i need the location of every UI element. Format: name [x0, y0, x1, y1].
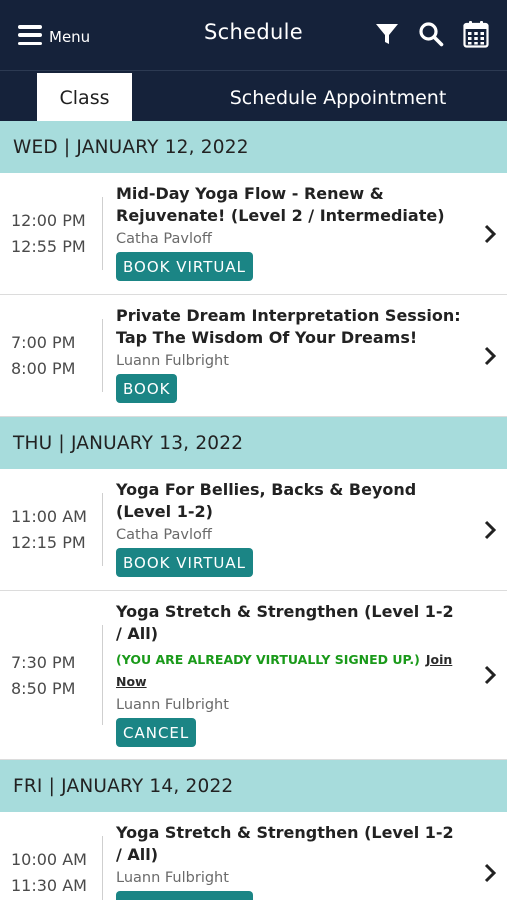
book-button[interactable]: BOOK [116, 374, 178, 403]
tab-schedule-appointment[interactable]: Schedule Appointment [210, 73, 466, 122]
instructor-name: Catha Pavloff [116, 231, 212, 247]
divider [102, 493, 103, 566]
instructor-name: Luann Fulbright [116, 353, 229, 369]
class-row[interactable]: 12:00 PM 12:55 PM Mid-Day Yoga Flow - Re… [0, 173, 507, 295]
start-time: 7:30 PM [11, 652, 76, 672]
top-app-bar: Menu Schedule [0, 0, 507, 70]
instructor-name: Catha Pavloff [116, 527, 212, 543]
end-time: 12:55 PM [11, 237, 86, 256]
chevron-right-icon[interactable] [483, 664, 497, 686]
divider [102, 319, 103, 392]
class-row[interactable]: 10:00 AM 11:30 AM Yoga Stretch & Strengt… [0, 812, 507, 900]
class-times: 7:30 PM 8:50 PM [11, 591, 95, 759]
end-time: 8:00 PM [11, 359, 76, 378]
end-time: 11:30 AM [11, 876, 87, 895]
signed-up-text: (YOU ARE ALREADY VIRTUALLY SIGNED UP.) [116, 652, 420, 667]
end-time: 8:50 PM [11, 678, 76, 698]
day-header: THU | JANUARY 13, 2022 [0, 417, 507, 469]
start-time: 7:00 PM [11, 333, 76, 352]
chevron-right-icon[interactable] [483, 862, 497, 884]
day-header: FRI | JANUARY 14, 2022 [0, 760, 507, 812]
class-row[interactable]: 7:00 PM 8:00 PM Private Dream Interpreta… [0, 295, 507, 417]
filter-button[interactable] [372, 19, 402, 49]
filter-icon [376, 24, 398, 44]
search-icon [419, 22, 444, 47]
class-title: Mid-Day Yoga Flow - Renew & Rejuvenate! … [116, 184, 445, 225]
instructor-name: Luann Fulbright [116, 870, 229, 886]
book-virtual-button[interactable]: BOOK VIRTUAL [116, 891, 254, 900]
schedule-list: WED | JANUARY 12, 2022 12:00 PM 12:55 PM… [0, 121, 507, 900]
cancel-button[interactable]: CANCEL [116, 718, 197, 747]
divider [102, 836, 103, 900]
class-times: 11:00 AM 12:15 PM [11, 469, 95, 590]
class-title: Yoga For Bellies, Backs & Beyond (Level … [116, 480, 417, 521]
class-title: Yoga Stretch & Strengthen (Level 1-2 / A… [116, 602, 454, 643]
class-row[interactable]: 7:30 PM 8:50 PM Yoga Stretch & Strengthe… [0, 591, 507, 760]
book-virtual-button[interactable]: BOOK VIRTUAL [116, 252, 254, 281]
signed-up-status: (YOU ARE ALREADY VIRTUALLY SIGNED UP.) Jo… [116, 649, 465, 693]
instructor-name: Luann Fulbright [116, 697, 229, 713]
start-time: 10:00 AM [11, 850, 87, 869]
menu-label: Menu [49, 28, 91, 46]
search-button[interactable] [416, 19, 446, 49]
chevron-right-icon[interactable] [483, 519, 497, 541]
calendar-button[interactable] [461, 19, 491, 49]
divider [102, 197, 103, 270]
book-virtual-button[interactable]: BOOK VIRTUAL [116, 548, 254, 577]
chevron-right-icon[interactable] [483, 345, 497, 367]
menu-button[interactable]: Menu [18, 20, 90, 50]
hamburger-icon [18, 25, 42, 45]
tab-class[interactable]: Class [37, 73, 132, 122]
start-time: 12:00 PM [11, 211, 86, 230]
calendar-icon [463, 21, 489, 48]
end-time: 12:15 PM [11, 533, 86, 552]
tab-bar: Class Schedule Appointment [0, 70, 507, 122]
class-times: 12:00 PM 12:55 PM [11, 173, 95, 294]
class-row[interactable]: 11:00 AM 12:15 PM Yoga For Bellies, Back… [0, 469, 507, 591]
divider [102, 624, 103, 726]
class-times: 10:00 AM 11:30 AM [11, 812, 95, 900]
day-header: WED | JANUARY 12, 2022 [0, 121, 507, 173]
start-time: 11:00 AM [11, 507, 87, 526]
class-title: Private Dream Interpretation Session: Ta… [116, 306, 461, 347]
class-times: 7:00 PM 8:00 PM [11, 295, 95, 416]
class-title: Yoga Stretch & Strengthen (Level 1-2 / A… [116, 823, 454, 864]
chevron-right-icon[interactable] [483, 223, 497, 245]
